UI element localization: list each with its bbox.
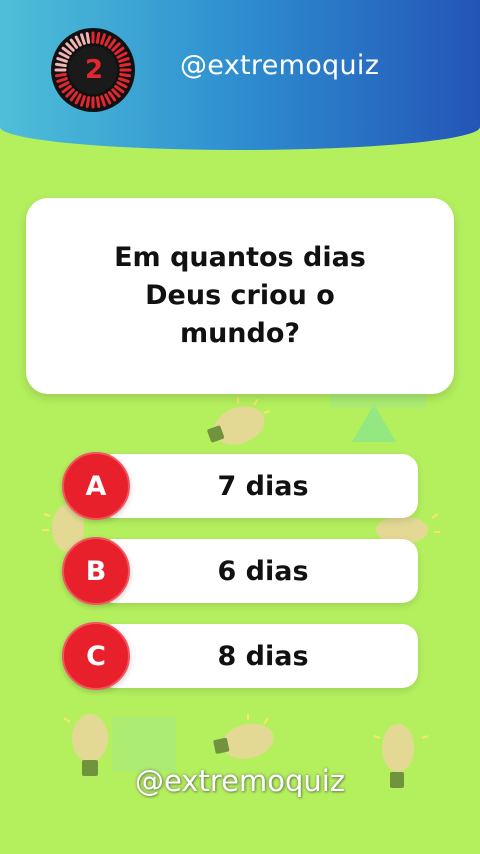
answer-pill[interactable]: 8 dias bbox=[98, 624, 418, 688]
answer-pill[interactable]: 7 dias bbox=[98, 454, 418, 518]
answer-text: 6 dias bbox=[217, 555, 309, 587]
answer-text: 7 dias bbox=[217, 470, 309, 502]
question-card: Em quantos dias Deus criou o mundo? bbox=[26, 198, 454, 394]
answer-pill[interactable]: 6 dias bbox=[98, 539, 418, 603]
answer-option-c[interactable]: C 8 dias bbox=[62, 622, 418, 690]
timer-value: 2 bbox=[84, 55, 103, 85]
answer-text: 8 dias bbox=[217, 640, 309, 672]
answer-letter-badge: B bbox=[62, 537, 130, 605]
countdown-timer: 2 bbox=[50, 27, 136, 113]
answer-letter-badge: A bbox=[62, 452, 130, 520]
lightbulb-icon bbox=[213, 714, 274, 759]
ghost-shape bbox=[330, 394, 426, 408]
watermark-handle: @extremoquiz bbox=[134, 764, 346, 798]
answer-option-b[interactable]: B 6 dias bbox=[62, 537, 418, 605]
header-bar: 2 @extremoquiz bbox=[0, 0, 480, 150]
channel-handle: @extremoquiz bbox=[180, 50, 380, 81]
triangle-decor bbox=[352, 404, 396, 442]
question-text: Em quantos dias Deus criou o mundo? bbox=[114, 242, 366, 349]
answer-letter-badge: C bbox=[62, 622, 130, 690]
answer-option-a[interactable]: A 7 dias bbox=[62, 452, 418, 520]
